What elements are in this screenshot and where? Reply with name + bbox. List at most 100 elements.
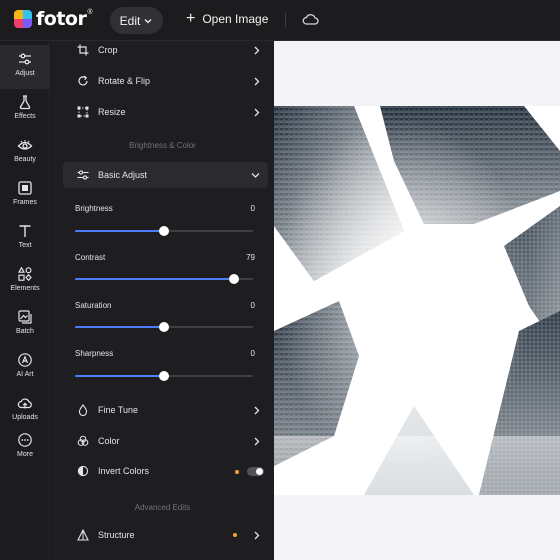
top-bar: fotor ® Edit + Open Image <box>0 0 560 41</box>
rail-label: Elements <box>10 285 40 292</box>
flask-icon <box>19 95 31 110</box>
slider-track[interactable] <box>75 274 253 284</box>
text-icon <box>19 225 31 237</box>
slider-thumb[interactable] <box>159 322 169 332</box>
slider-fill <box>75 278 235 280</box>
slider-track[interactable] <box>75 226 253 236</box>
tool-color[interactable]: Color <box>63 427 268 455</box>
rail-item-elements[interactable]: Elements <box>0 260 50 304</box>
editor-canvas[interactable] <box>274 41 560 560</box>
tool-rotate-flip[interactable]: Rotate & Flip <box>63 67 268 95</box>
rail-label: Uploads <box>12 414 38 421</box>
rail-label: AI Art <box>16 371 34 378</box>
chevron-right-icon <box>254 531 260 539</box>
rail-label: Effects <box>14 113 36 120</box>
rail-item-frames[interactable]: Frames <box>0 174 50 218</box>
resize-icon <box>77 106 89 118</box>
slider-label: Sharpness <box>75 349 114 358</box>
color-circles-icon <box>77 435 89 446</box>
upload-cloud-icon <box>17 398 32 409</box>
slider-thumb[interactable] <box>159 226 169 236</box>
ai-art-icon <box>18 353 32 367</box>
slider-value: 0 <box>250 204 255 213</box>
rotate-icon <box>78 75 88 86</box>
registered-mark: ® <box>87 9 93 16</box>
eye-icon <box>17 140 33 150</box>
chevron-right-icon <box>254 77 260 85</box>
batch-icon <box>18 310 32 324</box>
tool-label: Structure <box>98 530 135 540</box>
edit-menu-button[interactable]: Edit <box>110 7 163 34</box>
slider-value: 0 <box>250 301 255 310</box>
chevron-right-icon <box>254 46 260 54</box>
left-tool-rail: Adjust Effects Beauty Frames Text Elemen… <box>0 41 50 560</box>
edit-label: Edit <box>119 13 141 28</box>
cloud-icon[interactable] <box>302 12 319 27</box>
invert-colors-toggle[interactable] <box>247 467 264 476</box>
open-image-label: Open Image <box>202 12 269 26</box>
rail-item-effects[interactable]: Effects <box>0 88 50 132</box>
slider-track[interactable] <box>75 322 253 332</box>
slider-fill <box>75 375 164 377</box>
photo-skyscrapers[interactable] <box>274 106 560 495</box>
rail-item-ai-art[interactable]: AI Art <box>0 346 50 390</box>
rail-item-more[interactable]: More <box>0 426 50 470</box>
rail-label: Adjust <box>15 70 35 77</box>
tool-label: Rotate & Flip <box>98 76 151 86</box>
open-image-button[interactable]: + Open Image <box>186 11 268 27</box>
chevron-right-icon <box>254 406 260 414</box>
tool-resize[interactable]: Resize <box>63 98 268 126</box>
photo-image <box>274 106 560 495</box>
shapes-icon <box>17 266 32 282</box>
logo-text: fotor <box>36 8 87 30</box>
slider-thumb[interactable] <box>229 274 240 284</box>
slider-label: Saturation <box>75 301 112 310</box>
tool-crop[interactable]: Crop <box>63 36 268 64</box>
rail-label: Beauty <box>14 156 36 163</box>
chevron-down-icon <box>251 172 260 178</box>
tool-label: Resize <box>98 107 126 117</box>
toggle-knob <box>256 468 263 475</box>
rail-item-beauty[interactable]: Beauty <box>0 131 50 175</box>
frame-icon <box>18 181 32 195</box>
rail-label: More <box>17 451 33 458</box>
slider-label: Contrast <box>75 253 106 262</box>
adjust-panel: Crop Rotate & Flip Resize Brightness & C… <box>51 41 274 560</box>
more-icon <box>18 433 32 447</box>
logo-mark-icon <box>14 10 32 28</box>
tool-structure[interactable]: Structure <box>63 521 268 549</box>
slider-value: 0 <box>250 349 255 358</box>
slider-thumb[interactable] <box>159 371 169 381</box>
slider-track[interactable] <box>75 371 253 381</box>
section-title-advanced-edits: Advanced Edits <box>134 503 191 512</box>
tool-label: Crop <box>98 45 118 55</box>
basic-adjust-label: Basic Adjust <box>98 170 148 180</box>
chevron-right-icon <box>254 437 260 445</box>
rail-label: Batch <box>16 328 34 335</box>
tool-label: Fine Tune <box>98 405 139 415</box>
sliders-icon <box>19 53 31 65</box>
tool-label: Invert Colors <box>98 466 150 476</box>
slider-fill <box>75 230 164 232</box>
section-title-brightness-color: Brightness & Color <box>129 141 196 150</box>
toolbar-divider <box>285 13 286 27</box>
plus-icon: + <box>186 10 196 27</box>
premium-dot <box>233 533 237 537</box>
fotor-logo[interactable]: fotor ® <box>14 8 93 30</box>
chevron-down-icon <box>144 18 152 23</box>
sliders-icon <box>77 170 89 180</box>
chevron-right-icon <box>254 108 260 116</box>
slider-label: Brightness <box>75 204 113 213</box>
rail-label: Text <box>18 242 32 249</box>
structure-icon <box>77 529 89 541</box>
rail-item-text[interactable]: Text <box>0 217 50 261</box>
drop-icon <box>78 404 88 416</box>
rail-item-batch[interactable]: Batch <box>0 303 50 347</box>
crop-icon <box>77 44 89 56</box>
premium-dot <box>235 470 239 474</box>
slider-fill <box>75 326 164 328</box>
tool-fine-tune[interactable]: Fine Tune <box>63 396 268 424</box>
rail-item-adjust[interactable]: Adjust <box>0 45 50 89</box>
slider-value: 79 <box>246 253 255 262</box>
basic-adjust-header[interactable]: Basic Adjust <box>63 162 268 188</box>
